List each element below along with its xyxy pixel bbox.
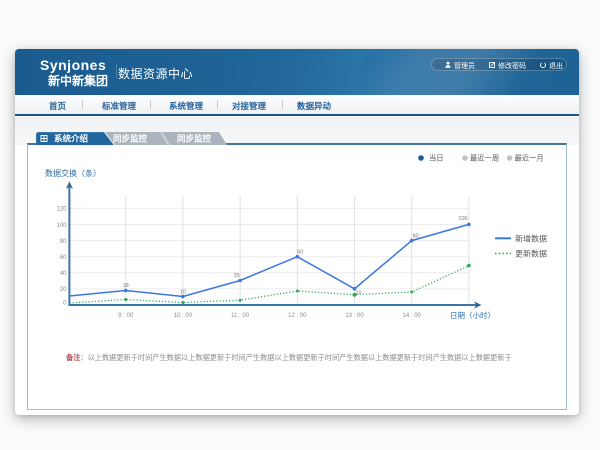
svg-text:更新数据: 更新数据 [515, 248, 547, 258]
svg-text:当日: 当日 [429, 154, 444, 163]
svg-text:120: 120 [56, 207, 67, 213]
svg-text:数据交换（条）: 数据交换（条） [45, 168, 101, 178]
svg-text:13 : 00: 13 : 00 [345, 313, 364, 319]
svg-text:14 : 00: 14 : 00 [403, 313, 422, 319]
svg-text:0: 0 [63, 301, 67, 307]
svg-text:日期（小时）: 日期（小时） [450, 310, 495, 320]
svg-text:12 : 00: 12 : 00 [288, 313, 307, 319]
svg-text:同步监控: 同步监控 [113, 134, 148, 144]
svg-text:新增数据: 新增数据 [515, 233, 547, 243]
svg-text:60: 60 [297, 250, 303, 256]
svg-text:60: 60 [60, 255, 67, 261]
svg-text:最近一月: 最近一月 [515, 154, 544, 163]
svg-text:同步监控: 同步监控 [177, 134, 212, 144]
svg-text:10 : 00: 10 : 00 [174, 313, 193, 319]
svg-text:80: 80 [413, 234, 419, 240]
svg-text:系统介绍: 系统介绍 [54, 134, 89, 144]
svg-text:40: 40 [60, 271, 67, 277]
svg-text:最近一周: 最近一周 [470, 154, 499, 163]
svg-text:100: 100 [458, 216, 467, 222]
svg-text:35: 35 [234, 273, 240, 279]
svg-text:100: 100 [56, 223, 67, 229]
svg-text:10: 10 [355, 291, 361, 297]
svg-text:9 : 00: 9 : 00 [118, 313, 134, 319]
svg-text:20: 20 [60, 287, 67, 293]
svg-text:80: 80 [60, 239, 67, 245]
svg-text:10: 10 [180, 290, 186, 296]
svg-text:18: 18 [123, 283, 129, 289]
svg-text:11 : 00: 11 : 00 [231, 313, 250, 319]
